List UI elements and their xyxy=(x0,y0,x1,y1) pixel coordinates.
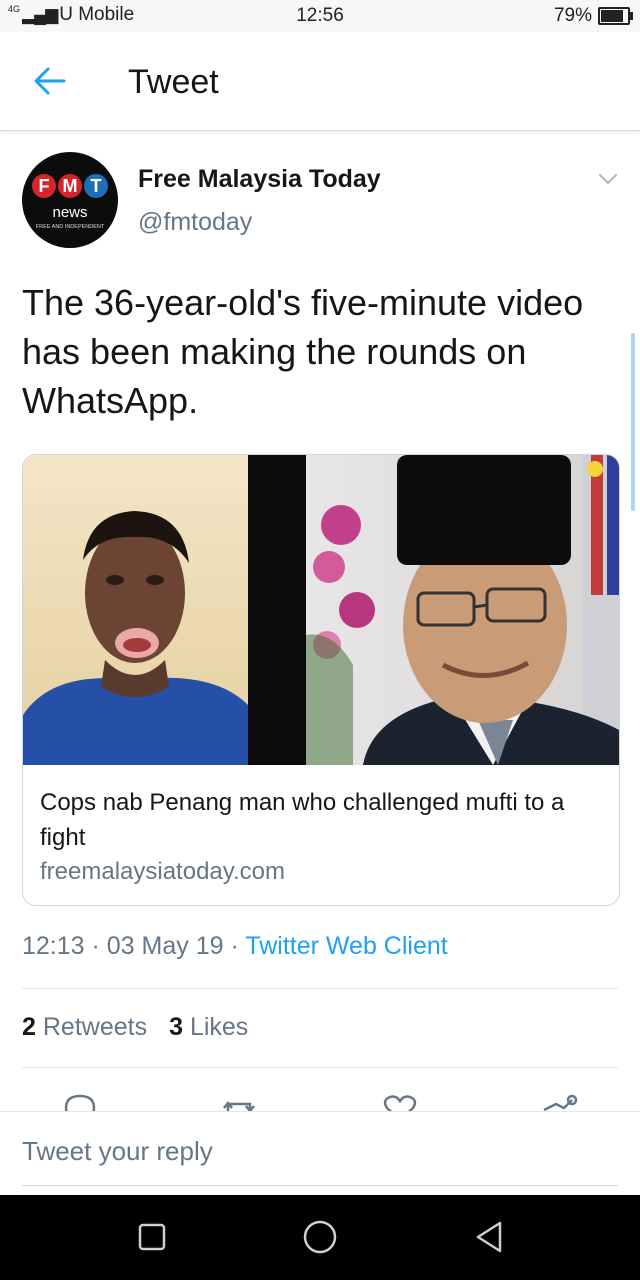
divider xyxy=(22,1067,618,1068)
back-nav-button[interactable] xyxy=(466,1215,510,1259)
recents-button[interactable] xyxy=(130,1215,174,1259)
author-handle[interactable]: @fmtoday xyxy=(138,208,252,237)
tweet-menu-button[interactable] xyxy=(596,170,620,188)
recents-icon xyxy=(138,1223,166,1251)
meta-separator: · xyxy=(230,932,239,960)
card-title: Cops nab Penang man who challenged mufti… xyxy=(40,789,565,851)
back-button[interactable] xyxy=(32,65,68,97)
like-button[interactable] xyxy=(382,1086,422,1112)
chevron-down-icon xyxy=(599,174,617,185)
fmt-logo: F M T xyxy=(22,174,118,198)
retweet-button[interactable] xyxy=(220,1086,260,1112)
card-domain: freemalaysiatoday.com xyxy=(40,858,285,885)
app-bar: Tweet xyxy=(0,32,640,131)
tweet-client-link[interactable]: Twitter Web Client xyxy=(245,932,447,960)
likes-count: 3 xyxy=(169,1013,183,1041)
status-time: 12:56 xyxy=(296,5,344,26)
system-nav-bar xyxy=(0,1195,640,1280)
logo-letter-m: M xyxy=(58,174,82,198)
like-icon xyxy=(383,1095,417,1112)
tweet-text: The 36-year-old's five-minute video has … xyxy=(22,282,584,421)
battery-icon xyxy=(598,7,633,25)
home-icon xyxy=(303,1220,337,1254)
card-image xyxy=(23,455,619,765)
retweets-count: 2 xyxy=(22,1013,36,1041)
status-right: 79% xyxy=(553,5,633,27)
retweets-stat[interactable]: 2 Retweets xyxy=(22,1013,147,1042)
scroll-indicator xyxy=(631,333,635,511)
retweet-icon xyxy=(223,1100,255,1112)
logo-letter-t: T xyxy=(84,174,108,198)
arrow-left-icon xyxy=(34,67,66,95)
meta-separator: · xyxy=(91,932,100,960)
reply-button[interactable] xyxy=(62,1086,102,1112)
battery-percent: 79% xyxy=(553,5,592,26)
share-button[interactable] xyxy=(540,1086,580,1112)
share-icon xyxy=(543,1094,578,1112)
tweet-stats: 2 Retweets 3 Likes xyxy=(22,1013,248,1042)
likes-label: Likes xyxy=(189,1013,249,1041)
likes-stat[interactable]: 3 Likes xyxy=(169,1013,248,1042)
logo-word: news xyxy=(52,204,88,221)
tweet-actions xyxy=(0,1086,640,1112)
logo-tagline: FREE AND INDEPENDENT xyxy=(35,224,105,230)
home-button[interactable] xyxy=(298,1215,342,1259)
tweet-date: 03 May 19 xyxy=(106,932,224,960)
reply-underline xyxy=(22,1185,618,1186)
author-name[interactable]: Free Malaysia Today xyxy=(138,165,381,194)
page-title: Tweet xyxy=(128,63,219,101)
reply-icon xyxy=(64,1094,96,1112)
tweet-time: 12:13 xyxy=(22,932,85,960)
link-card[interactable]: Cops nab Penang man who challenged mufti… xyxy=(22,454,620,906)
battery-fill xyxy=(601,10,624,22)
logo-letter-f: F xyxy=(32,174,56,198)
reply-input[interactable]: Tweet your reply xyxy=(22,1136,213,1167)
status-bar: 4G ▂▄▆ U Mobile 12:56 79% xyxy=(0,0,640,32)
tweet-timestamp: 12:13 · 03 May 19 · Twitter Web Client xyxy=(22,932,448,961)
retweets-label: Retweets xyxy=(42,1013,148,1041)
reply-bar: Tweet your reply xyxy=(0,1111,640,1196)
back-triangle-icon xyxy=(476,1221,502,1253)
divider xyxy=(22,988,618,989)
avatar[interactable]: F M T news FREE AND INDEPENDENT xyxy=(22,152,118,248)
